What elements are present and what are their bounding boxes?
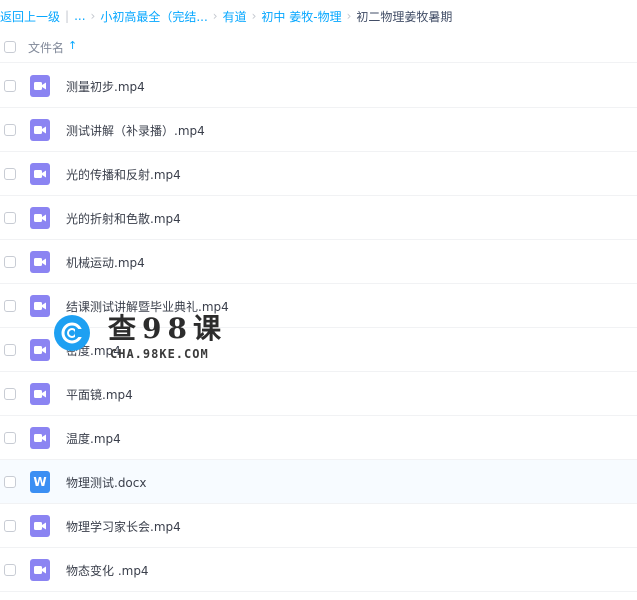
file-name[interactable]: 机械运动.mp4 (66, 254, 145, 271)
video-file-icon (30, 163, 50, 185)
breadcrumb-separator: › (251, 9, 257, 23)
breadcrumb-item[interactable]: 小初高最全（完结... (100, 8, 207, 25)
video-file-icon (30, 295, 50, 317)
back-link[interactable]: 返回上一级 (0, 8, 60, 25)
file-row[interactable]: 密度.mp4 (0, 328, 637, 372)
file-name[interactable]: 测量初步.mp4 (66, 78, 145, 95)
file-name[interactable]: 物理测试.docx (66, 474, 146, 491)
file-name[interactable]: 光的传播和反射.mp4 (66, 166, 181, 183)
breadcrumb-item[interactable]: 有道 (223, 8, 247, 25)
breadcrumb-separator: › (346, 9, 352, 23)
breadcrumb-ellipsis[interactable]: ... (74, 9, 85, 23)
video-file-icon (30, 339, 50, 361)
video-file-icon (30, 251, 50, 273)
file-row[interactable]: 温度.mp4 (0, 416, 637, 460)
video-file-icon (30, 559, 50, 581)
row-checkbox[interactable] (4, 344, 16, 356)
row-checkbox[interactable] (4, 256, 16, 268)
sort-ascending-icon[interactable]: ↑ (68, 39, 77, 52)
file-name[interactable]: 物理学习家长会.mp4 (66, 518, 181, 535)
video-file-icon (30, 119, 50, 141)
file-row[interactable]: 测量初步.mp4 (0, 64, 637, 108)
video-file-icon (30, 383, 50, 405)
file-row[interactable]: 平面镜.mp4 (0, 372, 637, 416)
word-file-icon: W (30, 471, 50, 493)
file-list-header: 文件名 ↑ (0, 32, 637, 63)
file-name[interactable]: 平面镜.mp4 (66, 386, 133, 403)
row-checkbox[interactable] (4, 168, 16, 180)
breadcrumb-divider: | (65, 9, 70, 23)
row-checkbox[interactable] (4, 300, 16, 312)
row-checkbox[interactable] (4, 124, 16, 136)
file-name[interactable]: 测试讲解（补录播）.mp4 (66, 122, 205, 139)
breadcrumb-current: 初二物理姜牧暑期 (356, 9, 453, 24)
video-file-icon (30, 427, 50, 449)
breadcrumb-separator: › (212, 9, 218, 23)
file-row[interactable]: 物态变化 .mp4 (0, 548, 637, 592)
breadcrumb: 返回上一级 | ... › 小初高最全（完结... › 有道 › 初中 姜牧-物… (0, 0, 637, 32)
file-name[interactable]: 光的折射和色散.mp4 (66, 210, 181, 227)
file-name[interactable]: 密度.mp4 (66, 342, 121, 359)
file-name[interactable]: 结课测试讲解暨毕业典礼.mp4 (66, 298, 229, 315)
file-row[interactable]: 结课测试讲解暨毕业典礼.mp4 (0, 284, 637, 328)
row-checkbox[interactable] (4, 388, 16, 400)
file-name[interactable]: 温度.mp4 (66, 430, 121, 447)
row-checkbox[interactable] (4, 80, 16, 92)
video-file-icon (30, 515, 50, 537)
name-column-header[interactable]: 文件名 (28, 39, 64, 56)
row-checkbox[interactable] (4, 564, 16, 576)
breadcrumb-item[interactable]: 初中 姜牧-物理 (261, 8, 341, 25)
file-row[interactable]: 测试讲解（补录播）.mp4 (0, 108, 637, 152)
file-row[interactable]: 光的折射和色散.mp4 (0, 196, 637, 240)
file-row[interactable]: 机械运动.mp4 (0, 240, 637, 284)
select-all-checkbox[interactable] (4, 41, 16, 53)
row-checkbox[interactable] (4, 476, 16, 488)
row-checkbox[interactable] (4, 212, 16, 224)
row-checkbox[interactable] (4, 432, 16, 444)
file-row[interactable]: 光的传播和反射.mp4 (0, 152, 637, 196)
file-list: 测量初步.mp4 测试讲解（补录播）.mp4 光的传播和反射.mp4 光的折射和色散.… (0, 64, 637, 592)
file-row[interactable]: 物理学习家长会.mp4 (0, 504, 637, 548)
breadcrumb-separator: › (90, 9, 96, 23)
video-file-icon (30, 207, 50, 229)
row-checkbox[interactable] (4, 520, 16, 532)
file-name[interactable]: 物态变化 .mp4 (66, 562, 149, 579)
video-file-icon (30, 75, 50, 97)
file-row[interactable]: W 物理测试.docx (0, 460, 637, 504)
